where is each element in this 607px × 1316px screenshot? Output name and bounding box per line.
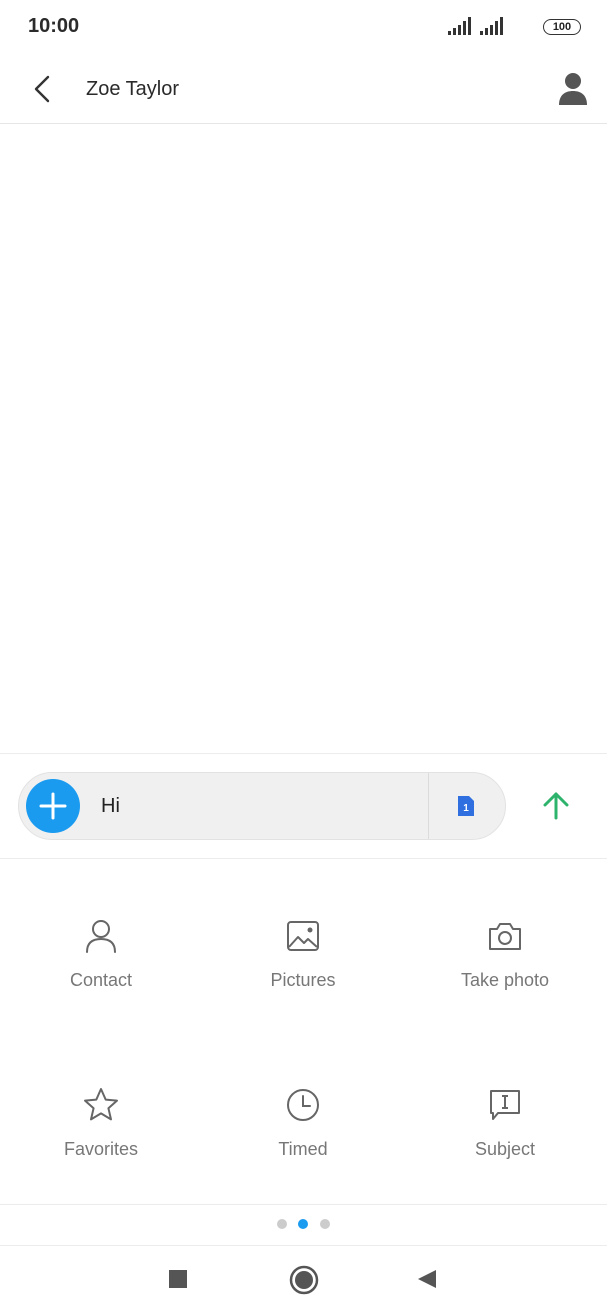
attach-contact-option[interactable]: Contact <box>0 916 202 1036</box>
subject-icon <box>490 1090 520 1120</box>
arrow-up-icon <box>543 792 569 820</box>
clock-icon <box>287 1089 319 1121</box>
attach-pictures-label: Pictures <box>270 970 336 990</box>
divider <box>428 773 429 839</box>
attach-favorites-label: Favorites <box>63 1139 139 1159</box>
attach-subject-option[interactable]: Subject <box>404 1085 606 1205</box>
chevron-left-icon <box>34 75 50 103</box>
home-button[interactable] <box>288 1264 320 1296</box>
attach-take-photo-label: Take photo <box>460 970 550 990</box>
page-indicator <box>0 1204 607 1246</box>
attach-toggle-button[interactable] <box>26 779 80 833</box>
back-button[interactable] <box>26 70 60 108</box>
send-button[interactable] <box>536 786 576 826</box>
recents-button[interactable] <box>166 1267 190 1291</box>
conversation-header: Zoe Taylor <box>0 56 607 124</box>
signal-strength-icon <box>448 17 471 35</box>
attach-pictures-option[interactable]: Pictures <box>202 916 404 1036</box>
attach-contact-label: Contact <box>69 970 133 990</box>
message-thread[interactable] <box>0 124 607 752</box>
person-icon <box>86 920 116 953</box>
back-nav-button[interactable] <box>414 1267 440 1291</box>
status-time: 10:00 <box>28 15 80 37</box>
battery-indicator: 100 <box>543 19 581 35</box>
system-nav-bar <box>0 1245 607 1316</box>
image-icon <box>287 921 319 951</box>
star-icon <box>84 1088 118 1121</box>
message-input-pill: 1 <box>18 772 506 840</box>
attach-favorites-option[interactable]: Favorites <box>0 1085 202 1205</box>
attach-timed-label: Timed <box>278 1139 328 1159</box>
sim-card-icon: 1 <box>458 796 474 816</box>
attachment-panel: Contact Pictures Take photo Favorites Ti… <box>0 858 607 1204</box>
contact-details-button[interactable] <box>556 71 590 107</box>
person-icon <box>559 73 587 105</box>
status-bar: 10:00 100 <box>0 0 607 56</box>
message-input[interactable] <box>101 787 421 825</box>
sim-number: 1 <box>463 803 469 814</box>
compose-bar: 1 <box>0 753 607 859</box>
page-dot-3[interactable] <box>320 1219 330 1229</box>
attach-take-photo-option[interactable]: Take photo <box>404 916 606 1036</box>
page-dot-1[interactable] <box>277 1219 287 1229</box>
attach-subject-label: Subject <box>474 1139 536 1159</box>
page-dot-2-active[interactable] <box>298 1219 308 1229</box>
sim-select-button[interactable]: 1 <box>453 793 479 819</box>
signal-strength-2-icon <box>480 17 503 35</box>
attach-timed-option[interactable]: Timed <box>202 1085 404 1205</box>
plus-icon <box>39 792 67 820</box>
camera-icon <box>489 923 521 950</box>
contact-name-title: Zoe Taylor <box>86 78 180 100</box>
